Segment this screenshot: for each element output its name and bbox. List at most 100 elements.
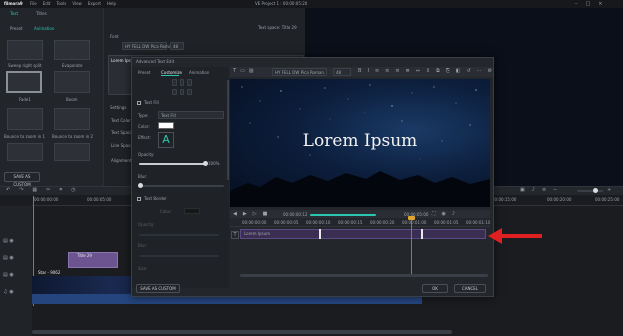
opacity-slider[interactable] — [139, 163, 205, 165]
cancel-button[interactable]: CANCEL — [454, 284, 486, 293]
dialog-tab-preset[interactable]: Preset — [138, 70, 150, 75]
menu-export[interactable]: Export — [88, 1, 101, 6]
preset-thumb[interactable] — [7, 143, 43, 161]
text-border-checkbox[interactable] — [137, 197, 141, 201]
tab-text[interactable]: Text — [10, 11, 18, 16]
undo-icon[interactable]: ↶ — [6, 187, 10, 193]
cut-icon[interactable]: ✂ — [46, 187, 50, 193]
left-save-custom-button[interactable]: SAVE AS CUSTOM — [4, 172, 40, 187]
playback-progress[interactable] — [310, 214, 376, 216]
align-center-icon[interactable]: ≡ — [385, 68, 389, 74]
blur-slider-knob[interactable] — [138, 183, 143, 188]
image-tool-icon[interactable]: ▨ — [249, 68, 254, 74]
border-blur-slider[interactable] — [139, 255, 219, 257]
dialog-font-size-select[interactable]: 48 — [333, 68, 351, 76]
close-icon[interactable]: × — [598, 1, 602, 7]
letter-spacing-icon[interactable]: ⇔ — [416, 68, 420, 74]
dialog-playhead[interactable] — [411, 218, 412, 276]
paste-style-icon[interactable]: ⎘ — [446, 68, 450, 74]
dialog-tab-animation[interactable]: Animation — [189, 70, 209, 75]
zoom-out-icon[interactable]: − — [553, 187, 557, 193]
track-lock-icon[interactable]: ▤ ◉ — [3, 272, 14, 278]
subtab-preset[interactable]: Preset — [10, 26, 22, 31]
border-opacity-slider[interactable] — [139, 234, 219, 236]
title-clip[interactable]: Title 29 — [68, 252, 118, 268]
italic-icon[interactable]: I — [367, 68, 368, 74]
preset-thumb[interactable] — [7, 108, 43, 130]
zoom-in-icon[interactable]: + — [607, 187, 611, 193]
reset-icon[interactable]: ↺ — [466, 68, 470, 74]
align-left-icon[interactable]: ≡ — [375, 68, 379, 74]
settings-icon[interactable]: ⚙ — [488, 68, 492, 74]
preset-thumb[interactable] — [54, 143, 90, 161]
text-tool-icon[interactable]: T — [233, 68, 236, 74]
menu-edit[interactable]: Edit — [43, 1, 51, 6]
timeline-zoom-slider[interactable] — [577, 190, 603, 192]
tab-titles[interactable]: Titles — [36, 11, 47, 16]
border-color-swatch[interactable] — [184, 208, 200, 214]
copy-style-icon[interactable]: ⧉ — [436, 68, 440, 74]
delete-icon[interactable]: ▦ — [32, 187, 37, 193]
dialog-h-scrollbar[interactable] — [240, 274, 488, 277]
bold-icon[interactable]: B — [358, 68, 361, 74]
subtab-animation[interactable]: Animation — [34, 26, 54, 31]
play-icon[interactable]: ▶ — [243, 211, 247, 217]
dialog-preview[interactable]: Lorem Ipsum — [230, 79, 490, 207]
prev-frame-icon[interactable]: ◀ — [233, 211, 237, 217]
timeline-zoom-knob[interactable] — [593, 188, 598, 193]
dialog-scrollbar[interactable] — [227, 80, 229, 180]
minimize-icon[interactable]: – — [575, 1, 578, 7]
dialog-font-select[interactable]: HY FELL DW Pica Roman — [272, 68, 327, 76]
track-lock-icon[interactable]: ▤ ◉ — [3, 238, 14, 244]
preset-thumb[interactable] — [7, 40, 43, 60]
menu-tools[interactable]: Tools — [56, 1, 66, 6]
position-cell[interactable] — [187, 79, 192, 86]
menu-help[interactable]: Help — [107, 1, 116, 6]
preset-thumb-selected[interactable] — [6, 71, 42, 93]
text-fill-checkbox[interactable] — [137, 101, 141, 105]
font-select[interactable]: HY FELL DW Pica Roman — [122, 42, 174, 50]
position-cell[interactable] — [172, 88, 177, 95]
position-cell[interactable] — [179, 79, 185, 86]
font-size-select[interactable]: 48 — [170, 42, 184, 50]
ok-button[interactable]: OK — [422, 284, 448, 293]
dialog-save-custom-button[interactable]: SAVE AS CUSTOM — [136, 284, 180, 293]
menu-icon[interactable]: ≡ — [542, 187, 546, 193]
animation-in-marker[interactable] — [319, 229, 321, 239]
position-cell[interactable] — [187, 88, 192, 95]
dialog-playhead-handle[interactable] — [408, 216, 415, 220]
maximize-icon[interactable]: □ — [586, 1, 591, 7]
color-swatch[interactable] — [158, 122, 174, 129]
timeline-scrollbar[interactable] — [32, 330, 452, 334]
preset-thumb[interactable] — [54, 108, 90, 130]
position-grid[interactable] — [170, 77, 194, 97]
preset-thumb[interactable] — [54, 71, 90, 93]
type-select[interactable]: Text Fill — [158, 111, 224, 119]
more-icon[interactable]: ⋯ — [477, 68, 482, 74]
position-cell[interactable] — [179, 88, 185, 95]
justify-icon[interactable]: ≣ — [406, 68, 410, 74]
menu-file[interactable]: File — [30, 1, 37, 6]
preview-text[interactable]: Lorem Ipsum — [230, 131, 490, 151]
menu-view[interactable]: View — [72, 1, 82, 6]
shape-tool-icon[interactable]: ▭ — [240, 68, 245, 74]
preset-thumb[interactable] — [54, 40, 90, 60]
align-right-icon[interactable]: ≡ — [395, 68, 399, 74]
mic-icon[interactable]: ♪ — [532, 187, 535, 193]
fullscreen-icon[interactable]: ⛶ — [432, 211, 436, 217]
blur-slider[interactable] — [139, 185, 224, 187]
speed-icon[interactable]: ◷ — [71, 187, 75, 193]
volume-icon[interactable]: ♪ — [452, 211, 455, 217]
next-frame-icon[interactable]: ▷ — [253, 211, 257, 217]
stop-icon[interactable]: ■ — [263, 211, 268, 217]
animation-out-marker[interactable] — [421, 229, 423, 239]
snapshot-icon[interactable]: ◉ — [442, 211, 446, 217]
track-lock-icon[interactable]: ▤ ◉ — [3, 255, 14, 261]
crop-icon[interactable]: ⌗ — [59, 187, 62, 193]
layer-icon[interactable]: ◧ — [456, 68, 461, 74]
redo-icon[interactable]: ↷ — [19, 187, 23, 193]
render-icon[interactable]: ▣ — [520, 187, 525, 193]
line-spacing-icon[interactable]: ⇕ — [426, 68, 430, 74]
dialog-text-track[interactable]: Lorem Ipsum — [240, 229, 486, 239]
position-cell[interactable] — [172, 79, 177, 86]
